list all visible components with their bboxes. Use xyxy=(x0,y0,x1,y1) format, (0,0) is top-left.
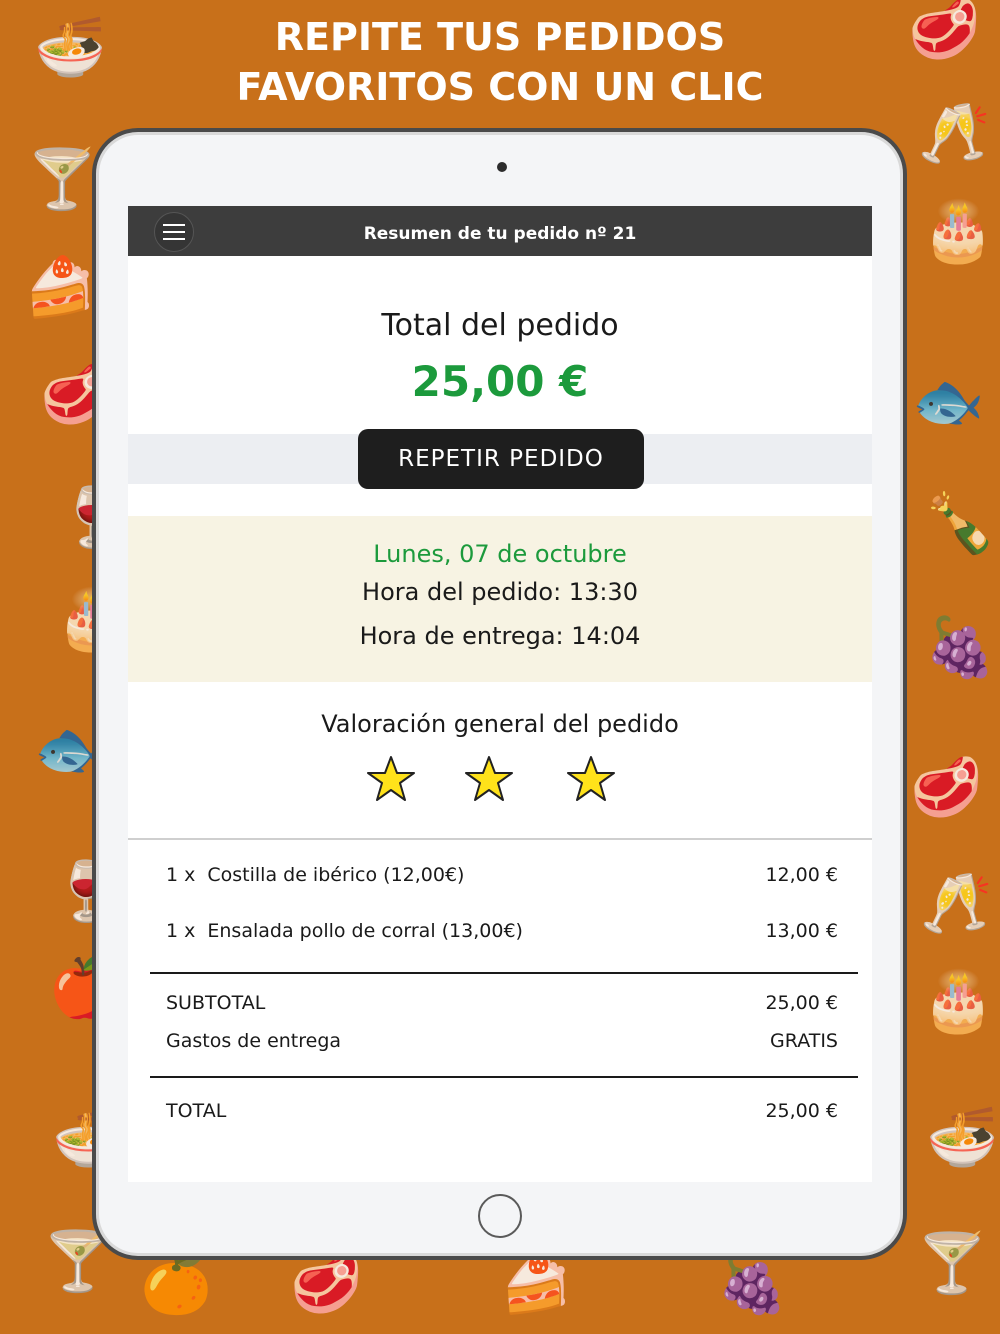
item-name: Costilla de ibérico (12,00€) xyxy=(207,864,465,886)
total-label: Total del pedido xyxy=(381,308,619,343)
order-time: Hora del pedido: 13:30 xyxy=(362,578,638,606)
cake-slice-icon: 🍰 xyxy=(500,1249,573,1317)
order-schedule-box: Lunes, 07 de octubre Hora del pedido: 13… xyxy=(128,516,872,682)
order-date: Lunes, 07 de octubre xyxy=(373,540,627,568)
page-title: Resumen de tu pedido nº 21 xyxy=(363,224,637,244)
star-icon[interactable] xyxy=(566,754,616,804)
star-icon[interactable] xyxy=(366,754,416,804)
item-quantity: 1 x xyxy=(166,920,196,942)
headline-line-1: REPITE TUS PEDIDOS xyxy=(274,15,726,59)
item-price: 12,00 € xyxy=(765,864,838,886)
item-description: 1 x Ensalada pollo de corral (13,00€) xyxy=(166,920,523,942)
order-total-section: Total del pedido 25,00 € xyxy=(128,256,872,406)
grand-total-label: TOTAL xyxy=(166,1100,227,1122)
repeat-order-button[interactable]: REPETIR PEDIDO xyxy=(358,429,644,489)
cake-icon: 🎂 xyxy=(922,967,995,1035)
item-price: 13,00 € xyxy=(765,920,838,942)
cake-icon: 🎂 xyxy=(922,197,995,265)
cocktail-icon: 🍸 xyxy=(916,1229,989,1297)
item-quantity: 1 x xyxy=(166,864,196,886)
summary-section: SUBTOTAL 25,00 € Gastos de entrega GRATI… xyxy=(128,974,872,1052)
orange-slice-icon: 🍊 xyxy=(140,1249,213,1317)
list-item: 1 x Ensalada pollo de corral (13,00€) 13,… xyxy=(166,920,838,942)
tablet-frame: Resumen de tu pedido nº 21 Total del ped… xyxy=(92,128,907,1260)
noodle-bowl-icon: 🍜 xyxy=(926,1103,999,1171)
list-item: 1 x Costilla de ibérico (12,00€) 12,00 € xyxy=(166,864,838,886)
total-amount: 25,00 € xyxy=(411,357,589,406)
grand-total-row: TOTAL 25,00 € xyxy=(166,1100,838,1122)
delivery-fee-row: Gastos de entrega GRATIS xyxy=(166,1030,838,1052)
fish-icon: 🐟 xyxy=(912,367,985,435)
rating-section: Valoración general del pedido xyxy=(128,682,872,840)
subtotal-row: SUBTOTAL 25,00 € xyxy=(166,992,838,1014)
delivery-fee-value: GRATIS xyxy=(770,1030,838,1052)
star-rating[interactable] xyxy=(128,754,872,814)
fruit-icon: 🍇 xyxy=(716,1249,789,1317)
headline-line-2: FAVORITOS CON UN CLIC xyxy=(236,65,764,109)
grand-total-value: 25,00 € xyxy=(765,1100,838,1122)
delivery-time: Hora de entrega: 14:04 xyxy=(359,622,641,650)
rating-label: Valoración general del pedido xyxy=(321,710,679,738)
top-bar: Resumen de tu pedido nº 21 xyxy=(128,206,872,256)
subtotal-label: SUBTOTAL xyxy=(166,992,266,1014)
star-icon[interactable] xyxy=(464,754,514,804)
item-name: Ensalada pollo de corral (13,00€) xyxy=(207,920,523,942)
repeat-band: REPETIR PEDIDO xyxy=(128,429,872,489)
order-items-list: 1 x Costilla de ibérico (12,00€) 12,00 € … xyxy=(128,840,872,942)
fruit-icon: 🍇 xyxy=(924,613,997,681)
wine-glasses-icon: 🥂 xyxy=(920,869,993,937)
item-description: 1 x Costilla de ibérico (12,00€) xyxy=(166,864,464,886)
subtotal-value: 25,00 € xyxy=(765,992,838,1014)
app-screen: Resumen de tu pedido nº 21 Total del ped… xyxy=(128,206,872,1182)
wine-glasses-icon: 🥂 xyxy=(918,99,991,167)
promo-headline: REPITE TUS PEDIDOS FAVORITOS CON UN CLIC xyxy=(0,12,1000,112)
home-button[interactable] xyxy=(478,1194,522,1238)
steak-icon: 🥩 xyxy=(910,753,983,821)
cocktail-icon: 🍸 xyxy=(26,145,99,213)
delivery-fee-label: Gastos de entrega xyxy=(166,1030,342,1052)
wine-bottle-icon: 🍾 xyxy=(924,489,997,557)
steak-icon: 🥩 xyxy=(290,1249,363,1317)
tablet-camera xyxy=(497,162,507,172)
grand-total-section: TOTAL 25,00 € xyxy=(128,1078,872,1122)
cake-slice-icon: 🍰 xyxy=(24,253,97,321)
